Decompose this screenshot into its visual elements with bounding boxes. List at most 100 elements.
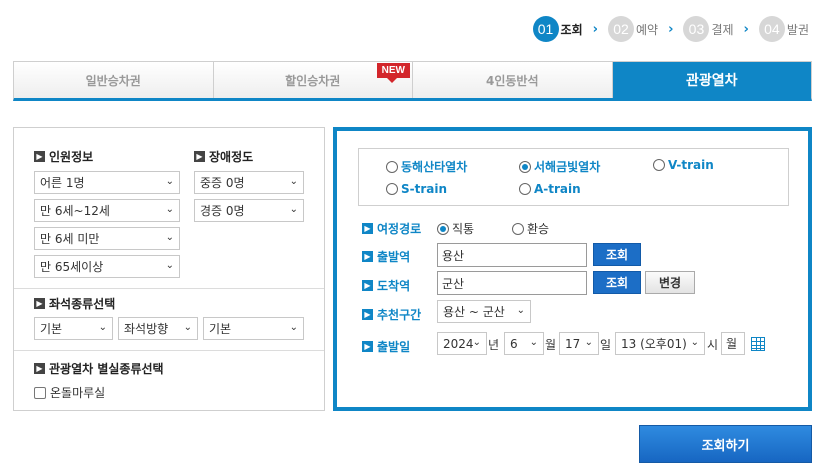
chevron-down-icon: ⌄ [289,322,298,333]
ticket-type-tabs: 일반승차권 할인승차권 NEW 4인동반석 관광열차 [13,61,812,101]
radio-button[interactable] [386,183,398,195]
chevron-down-icon: ⌄ [98,322,107,333]
step-label: 결제 [711,22,734,37]
month-unit: 월 [545,338,557,352]
chevron-right-icon: › [743,21,749,37]
severe-disability-select[interactable]: 중증 0명 ⌄ [194,171,304,194]
month-select[interactable]: 6 ⌄ [504,332,544,355]
chevron-down-icon: ⌄ [516,305,525,316]
tab-label: 관광열차 [685,73,738,89]
departure-label: ▶ 출발역 [362,248,410,265]
day-unit: 일 [600,338,612,352]
child-count-select[interactable]: 만 6세~12세 ⌄ [34,199,180,222]
chevron-right-icon: › [668,21,674,37]
train-option-donghae-santa[interactable]: 동해산타열차 [386,158,467,175]
step-number: 04 [758,16,785,42]
tab-label: 할인승차권 [285,73,341,88]
arrow-bullet-icon: ▶ [362,251,373,262]
train-selection-box: 동해산타열차 서해금빛열차 V-train S-train A-train [358,148,789,206]
step-payment: 03 결제 › [683,16,749,42]
chevron-down-icon: ⌄ [289,176,298,187]
disability-title: ▶ 장애정도 [194,148,253,165]
chevron-down-icon: ⌄ [183,322,192,333]
section-divider [14,350,324,351]
train-option-v-train[interactable]: V-train [653,158,714,172]
step-number: 02 [608,16,634,42]
journey-panel: 동해산타열차 서해금빛열차 V-train S-train A-train ▶ 여… [333,127,812,411]
mild-disability-select[interactable]: 경증 0명 ⌄ [194,199,304,222]
route-option-transfer[interactable]: 환승 [512,220,549,237]
recommend-section-label: ▶ 추천구간 [362,306,421,323]
new-badge: NEW [376,63,410,83]
arrow-bullet-icon: ▶ [362,223,373,234]
departure-station-input[interactable]: 용산 [437,243,587,267]
adult-count-select[interactable]: 어른 1명 ⌄ [34,171,180,194]
radio-button[interactable] [512,222,524,235]
radio-button[interactable] [386,160,398,173]
chevron-down-icon: ⌄ [690,337,699,348]
infant-count-select[interactable]: 만 6세 미만 ⌄ [34,227,180,250]
radio-button[interactable] [519,183,531,195]
special-room-title: ▶ 관광열차 별실종류선택 [34,360,164,377]
tab-regular-ticket[interactable]: 일반승차권 [14,62,214,98]
radio-button[interactable] [653,159,665,171]
chevron-down-icon: ⌄ [584,337,593,348]
ondol-room-option[interactable]: 온돌마루실 [34,384,105,401]
arrow-bullet-icon: ▶ [362,309,373,320]
passenger-panel: ▶ 인원정보 ▶ 장애정도 어른 1명 ⌄ 만 6세~12세 ⌄ 만 6세 미만 ⌄ 만 … [13,127,325,411]
radio-button[interactable] [519,160,531,173]
train-option-seohae-geumbit[interactable]: 서해금빛열차 [519,158,600,175]
seat-direction-select[interactable]: 좌석방향 ⌄ [118,317,198,340]
hour-select[interactable]: 13 (오후01) ⌄ [615,332,705,355]
chevron-down-icon: ⌄ [165,232,174,243]
arrival-station-input[interactable]: 군산 [437,271,587,295]
arrow-bullet-icon: ▶ [194,151,205,162]
recommend-section-select[interactable]: 용산 ~ 군산 ⌄ [437,300,531,323]
step-number: 03 [683,16,710,42]
step-label: 발권 [786,22,809,37]
arrival-label: ▶ 도착역 [362,277,410,294]
chevron-down-icon: ⌄ [165,176,174,187]
arrow-bullet-icon: ▶ [34,151,45,162]
step-number: 01 [532,16,559,42]
section-divider [14,288,324,289]
step-ticketing: 04 발권 [758,16,809,42]
arrow-bullet-icon: ▶ [34,363,45,374]
swap-stations-button[interactable]: 변경 [645,271,695,294]
arrival-lookup-button[interactable]: 조회 [593,271,641,294]
chevron-down-icon: ⌄ [529,337,538,348]
train-option-a-train[interactable]: A-train [519,182,581,196]
senior-count-select[interactable]: 만 65세이상 ⌄ [34,255,180,278]
radio-button[interactable] [437,222,449,235]
route-option-direct[interactable]: 직통 [437,220,474,237]
day-select[interactable]: 17 ⌄ [559,332,599,355]
seat-type-title: ▶ 좌석종류선택 [34,295,115,312]
train-option-s-train[interactable]: S-train [386,182,447,196]
tab-tourist-train[interactable]: 관광열차 [612,62,811,98]
passenger-info-title: ▶ 인원정보 [34,148,93,165]
chevron-down-icon: ⌄ [472,337,481,348]
year-select[interactable]: 2024 ⌄ [437,332,487,355]
departure-date-label: ▶ 출발일 [362,338,410,355]
route-label: ▶ 여정경로 [362,220,421,237]
progress-steps: 01 조회 › 02 예약 › 03 결제 › 04 발권 [527,16,809,42]
tab-label: 4인동반석 [485,73,539,88]
tab-discount-ticket[interactable]: 할인승차권 NEW [213,62,413,98]
tab-four-person-seat[interactable]: 4인동반석 [413,62,613,98]
step-label: 예약 [636,22,659,37]
chevron-right-icon: › [592,21,598,37]
calendar-icon[interactable] [751,337,765,351]
weekday-field: 월 [721,332,745,355]
step-label: 조회 [560,22,583,37]
year-unit: 년 [488,338,500,352]
hour-unit: 시 [707,338,719,352]
chevron-down-icon: ⌄ [289,204,298,215]
search-button[interactable]: 조회하기 [639,425,812,463]
departure-lookup-button[interactable]: 조회 [593,243,641,266]
step-inquiry: 01 조회 › [532,16,598,42]
seat-type-select[interactable]: 기본 ⌄ [34,317,113,340]
tab-label: 일반승차권 [85,73,141,88]
arrow-bullet-icon: ▶ [362,280,373,291]
seat-position-select[interactable]: 기본 ⌄ [203,317,304,340]
ondol-room-checkbox[interactable] [34,386,46,399]
